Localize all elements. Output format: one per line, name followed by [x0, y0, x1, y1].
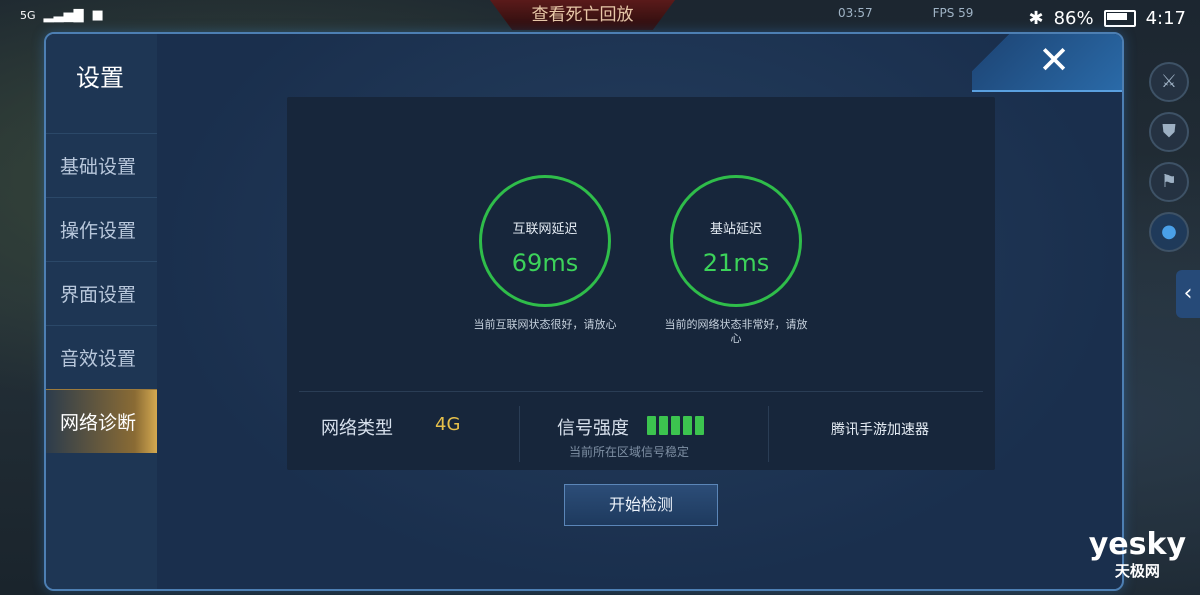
nav-item-network-diagnosis[interactable]: 网络诊断	[46, 389, 157, 453]
internet-latency-note: 当前互联网状态很好，请放心	[473, 318, 617, 331]
base-station-latency-label: 基站延迟	[709, 222, 762, 237]
close-icon[interactable]: ✕	[1034, 40, 1074, 80]
nav-item-interface[interactable]: 界面设置	[46, 261, 157, 325]
base-station-latency-value: 21ms	[702, 249, 770, 277]
watermark-cn: 天极网	[1114, 562, 1160, 580]
nav-item-basic[interactable]: 基础设置	[46, 133, 157, 197]
signal-indicator: 5G	[20, 8, 36, 22]
game-clock: 03:57	[838, 6, 873, 20]
clock-time: 4:17	[1145, 8, 1186, 29]
signal-bar	[659, 416, 668, 435]
chat-icon[interactable]: ●	[1149, 212, 1189, 252]
battery-percent: 86%	[1053, 8, 1094, 29]
signal-bar	[671, 416, 680, 435]
internet-latency-label: 互联网延迟	[512, 222, 578, 237]
watermark-logo: yesky 天极网	[1089, 530, 1186, 581]
sword-icon[interactable]: ⚔	[1149, 62, 1189, 102]
settings-nav: 基础设置 操作设置 界面设置 音效设置 网络诊断	[46, 133, 157, 453]
settings-sidebar: 设置 基础设置 操作设置 界面设置 音效设置 网络诊断	[46, 34, 157, 589]
battery-icon	[1103, 10, 1136, 27]
internet-latency-value: 69ms	[511, 249, 579, 277]
column-divider	[768, 406, 769, 462]
column-divider	[519, 406, 520, 462]
signal-bars-icon: ▂▃▅▇	[43, 8, 84, 23]
signal-bar	[695, 416, 704, 435]
panel-divider	[299, 391, 983, 392]
bluetooth-icon: ✱	[1028, 8, 1044, 29]
game-top-info: 03:57 FPS 59	[838, 6, 973, 20]
signal-bar	[647, 416, 656, 435]
network-diagnostics-panel: 互联网延迟 69ms 当前互联网状态很好，请放心 基站延迟 21ms 当前的网络…	[287, 97, 995, 470]
network-type-value: 4G	[435, 414, 461, 435]
accelerator-link[interactable]: 腾讯手游加速器	[831, 419, 929, 439]
nav-item-controls[interactable]: 操作设置	[46, 197, 157, 261]
signal-strength-bars	[647, 416, 704, 435]
start-detection-button[interactable]: 开始检测	[564, 484, 718, 526]
status-right: ✱ 86% 4:17	[1028, 8, 1186, 29]
shield-icon[interactable]: ⛊	[1149, 112, 1189, 152]
death-replay-button[interactable]: 查看死亡回放	[490, 0, 675, 30]
nav-item-audio[interactable]: 音效设置	[46, 325, 157, 389]
flag-icon[interactable]: ⚑	[1149, 162, 1189, 202]
internet-latency-gauge: 互联网延迟 69ms	[479, 175, 611, 307]
square-icon: ■	[91, 8, 104, 23]
chevron-left-icon[interactable]: ‹	[1176, 270, 1200, 318]
watermark-brand: yesky	[1088, 527, 1186, 562]
base-station-latency-note: 当前的网络状态非常好，请放心	[664, 318, 808, 345]
settings-dialog: 设置 基础设置 操作设置 界面设置 音效设置 网络诊断 ✕ 互联网延迟 69ms…	[44, 32, 1124, 591]
network-type-label: 网络类型	[321, 418, 393, 439]
base-station-latency-gauge: 基站延迟 21ms	[670, 175, 802, 307]
signal-strength-label: 信号强度	[557, 418, 629, 439]
signal-bar	[683, 416, 692, 435]
status-left: 5G ▂▃▅▇ ■	[20, 8, 104, 23]
signal-strength-note: 当前所在区域信号稳定	[569, 445, 690, 459]
dialog-title: 设置	[76, 64, 124, 92]
fps-readout: FPS 59	[932, 6, 974, 20]
